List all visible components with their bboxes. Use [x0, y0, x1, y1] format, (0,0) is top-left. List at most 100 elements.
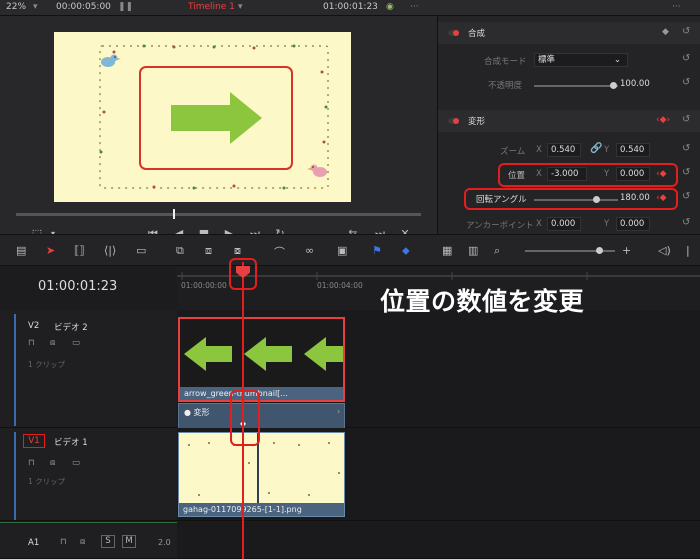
marker-icon[interactable]: ⬥ — [402, 244, 410, 258]
anchor-y-field[interactable]: 0.000 — [616, 217, 650, 231]
more-icon[interactable]: ··· — [672, 2, 681, 12]
snap-icon[interactable]: ⌒ — [274, 244, 285, 260]
reset-icon[interactable]: ↺ — [682, 77, 690, 88]
chevron-right-icon[interactable]: › — [337, 407, 340, 416]
clip-label: arrow_green-thumbnail[... — [180, 387, 343, 400]
auto-select-icon[interactable]: ⧈ — [50, 338, 55, 348]
link-icon[interactable]: ∞ — [305, 244, 314, 257]
plus-icon[interactable]: + — [622, 244, 631, 257]
timeline-timecode: 01:00:01:23 — [38, 279, 118, 294]
slider-knob[interactable] — [610, 82, 617, 89]
ruler-mark: 01:00:00:00 — [181, 281, 227, 290]
auto-select-icon[interactable]: ⧈ — [50, 458, 55, 468]
keyframe-icon[interactable]: ◆ — [662, 27, 669, 37]
reset-icon[interactable]: ↺ — [682, 191, 690, 202]
opacity-row: 不透明度 100.00 ↺ — [438, 74, 700, 96]
top-bar: 22% ▾ 00:00:05:00 ❚❚ Timeline 1 ▾ 01:00:… — [0, 0, 700, 16]
replace-icon[interactable]: ⧇ — [234, 244, 241, 258]
field-label: アンカーポイント — [466, 221, 534, 231]
zoom-y-field[interactable]: 0.540 — [616, 143, 650, 157]
lock-icon[interactable]: ⊓ — [28, 458, 35, 468]
link-icon[interactable]: 🔗 — [590, 143, 602, 154]
timeline-name[interactable]: Timeline 1 — [188, 2, 235, 12]
scrubber-handle[interactable] — [173, 209, 175, 219]
axis-label: Y — [604, 145, 610, 155]
zoom-x-field[interactable]: 0.540 — [547, 143, 581, 157]
reset-icon[interactable]: ↺ — [682, 26, 690, 37]
highlight-box — [230, 390, 260, 446]
fx-lane[interactable]: ● 変形 › ◆ — [178, 403, 345, 429]
dynamic-trim-icon[interactable]: ⟨|⟩ — [104, 244, 116, 257]
reset-icon[interactable]: ↺ — [682, 53, 690, 64]
reset-icon[interactable]: ↺ — [682, 217, 690, 228]
solo-button[interactable]: S — [101, 535, 115, 548]
lock-icon[interactable]: ⊓ — [60, 537, 67, 547]
chevron-down-icon[interactable]: ▾ — [238, 2, 243, 12]
reset-icon[interactable]: ↺ — [682, 167, 690, 178]
timeline-timecode: 01:00:01:23 — [323, 2, 378, 12]
clip-label: gahag-0117099265-[1-1].png — [179, 503, 344, 516]
overwrite-icon[interactable]: ⧈ — [205, 244, 212, 258]
track-visibility-icon[interactable]: ▭ — [72, 338, 80, 348]
pause-icon[interactable]: ❚❚ — [118, 2, 133, 12]
track-id: V2 — [28, 321, 40, 331]
track-visibility-icon[interactable]: ▭ — [72, 458, 80, 468]
inspector-panel: 合成 ◆ ↺ 合成モード 標準 ⌄ ↺ 不透明度 100.00 ↺ 変形 ‹◆› … — [437, 16, 700, 234]
pointer-icon[interactable]: ➤ — [46, 244, 55, 257]
clip-arrow[interactable]: arrow_green-thumbnail[... — [178, 317, 345, 402]
section-title: 変形 — [468, 117, 486, 127]
ruler-mark: 01:00:04:00 — [317, 281, 363, 290]
opacity-value[interactable]: 100.00 — [620, 79, 650, 89]
clip-background[interactable]: gahag-0117099265-[1-1].png — [178, 432, 345, 517]
zoom-custom-icon[interactable]: ⌕ — [494, 244, 500, 258]
scrubber-bar[interactable] — [16, 209, 421, 219]
track-id[interactable]: V1 — [23, 434, 45, 448]
zoom-level[interactable]: 22% — [6, 2, 26, 12]
axis-label: X — [536, 145, 542, 155]
chevron-down-icon[interactable]: ▾ — [33, 2, 38, 12]
color-wheel-icon[interactable]: ◉ — [386, 2, 394, 12]
composite-header[interactable]: 合成 ◆ ↺ — [438, 22, 700, 44]
opacity-slider[interactable] — [534, 85, 618, 87]
lock-icon[interactable]: ▣ — [337, 244, 347, 257]
slider-knob[interactable] — [596, 247, 603, 254]
axis-label: X — [536, 219, 542, 229]
track-header-v2: V2 ビデオ 2 ⊓ ⧈ ▭ 1 クリップ — [0, 310, 177, 428]
more-icon[interactable]: ··· — [410, 2, 419, 12]
anchor-x-field[interactable]: 0.000 — [547, 217, 581, 231]
reset-icon[interactable]: ↺ — [682, 114, 690, 125]
flag-icon[interactable]: ⚑ — [372, 244, 382, 257]
toggle-icon[interactable] — [448, 30, 459, 36]
composite-mode-select[interactable]: 標準 ⌄ — [534, 53, 628, 67]
field-label: ズーム — [500, 147, 526, 157]
blade-icon[interactable]: ▭ — [136, 244, 146, 257]
reset-icon[interactable]: ↺ — [682, 143, 690, 154]
audio-meter-icon[interactable]: | — [686, 244, 690, 257]
speaker-icon[interactable]: ◁) — [658, 244, 671, 257]
caption-text: 位置の数値を変更 — [380, 287, 585, 316]
field-label: 合成モード — [484, 57, 527, 67]
lock-icon[interactable]: ⊓ — [28, 338, 35, 348]
highlight-box — [464, 188, 678, 210]
anchor-row: アンカーポイント X 0.000 Y 0.000 ↺ — [438, 214, 700, 236]
track-header-a1: A1 ⊓ ⧈ S M 2.0 — [0, 522, 177, 559]
toggle-icon[interactable] — [448, 118, 459, 124]
track-name[interactable]: ビデオ 1 — [54, 436, 88, 448]
clip-count: 1 クリップ — [28, 360, 66, 369]
transform-header[interactable]: 変形 ‹◆› ↺ — [438, 110, 700, 132]
zoom-detail-icon[interactable]: ▥ — [468, 244, 478, 257]
track-id: A1 — [28, 538, 40, 548]
insert-icon[interactable]: ⧉ — [176, 244, 184, 258]
bird-left — [101, 54, 121, 67]
timeline-header: 01:00:01:23 — [0, 266, 177, 310]
layout-icon[interactable]: ▤ — [16, 244, 26, 257]
trim-icon[interactable]: ⟦⟧ — [74, 244, 85, 257]
zoom-full-icon[interactable]: ▦ — [442, 244, 452, 257]
track-lane-a1 — [177, 522, 700, 559]
clip-count: 1 クリップ — [28, 477, 66, 486]
auto-select-icon[interactable]: ⧈ — [80, 537, 85, 547]
track-name[interactable]: ビデオ 2 — [54, 321, 88, 333]
keyframe-icon[interactable]: ‹◆› — [656, 115, 670, 125]
mute-button[interactable]: M — [122, 535, 136, 548]
viewer: ⬚ ▾ ⏮ ◀ ■ ▶ ⏭ ↻ ⇆ ⏭ ✕ — [0, 16, 437, 240]
